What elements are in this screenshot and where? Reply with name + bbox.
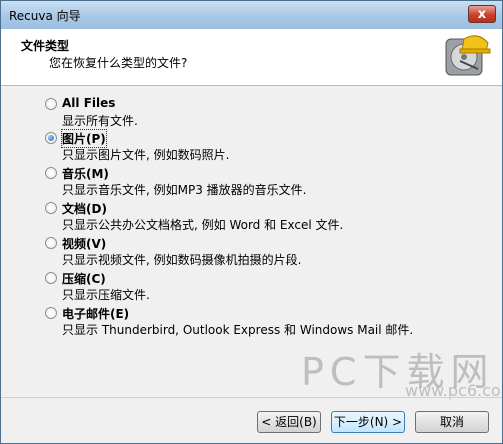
page-title: 文件类型 (21, 39, 70, 53)
radio-email[interactable] (45, 307, 57, 319)
option-description: 只显示公共办公文档格式, 例如 Word 和 Excel 文件. (62, 218, 344, 232)
option-label: 文档(D) (62, 202, 107, 216)
close-button[interactable]: x (468, 5, 496, 23)
option-label: 音乐(M) (62, 167, 109, 181)
option-label: 压缩(C) (62, 272, 106, 286)
radio-documents[interactable] (45, 202, 57, 214)
option-description: 只显示音乐文件, 例如MP3 播放器的音乐文件. (62, 183, 307, 197)
radio-video[interactable] (45, 237, 57, 249)
cancel-button[interactable]: 取消 (415, 411, 489, 433)
radio-pictures[interactable] (45, 132, 57, 144)
option-description: 只显示 Thunderbird, Outlook Express 和 Windo… (62, 323, 414, 337)
option-description: 只显示图片文件, 例如数码照片. (62, 148, 230, 162)
option-description: 只显示视频文件, 例如数码摄像机拍摄的片段. (62, 253, 302, 267)
option-label: 视频(V) (62, 237, 107, 251)
option-label: All Files (62, 96, 116, 110)
window-title: Recuva 向导 (9, 9, 81, 23)
radio-music[interactable] (45, 167, 57, 179)
title-bar[interactable]: Recuva 向导 x (1, 1, 502, 30)
option-description: 显示所有文件. (62, 114, 138, 128)
back-button[interactable]: < 返回(B) (257, 411, 321, 433)
wizard-header: 文件类型 您在恢复什么类型的文件? (1, 29, 502, 86)
radio-all-files[interactable] (45, 98, 57, 110)
recuva-logo-icon (445, 35, 491, 76)
next-button[interactable]: 下一步(N) > (331, 411, 405, 433)
option-label: 图片(P) (61, 129, 107, 148)
footer-divider (1, 397, 502, 398)
option-label: 电子邮件(E) (62, 307, 130, 321)
option-description: 只显示压缩文件. (62, 288, 150, 302)
page-subtitle: 您在恢复什么类型的文件? (49, 56, 188, 70)
radio-compressed[interactable] (45, 272, 57, 284)
recuva-wizard-window: Recuva 向导 x 文件类型 您在恢复什么类型的文件? All Files … (0, 0, 503, 444)
